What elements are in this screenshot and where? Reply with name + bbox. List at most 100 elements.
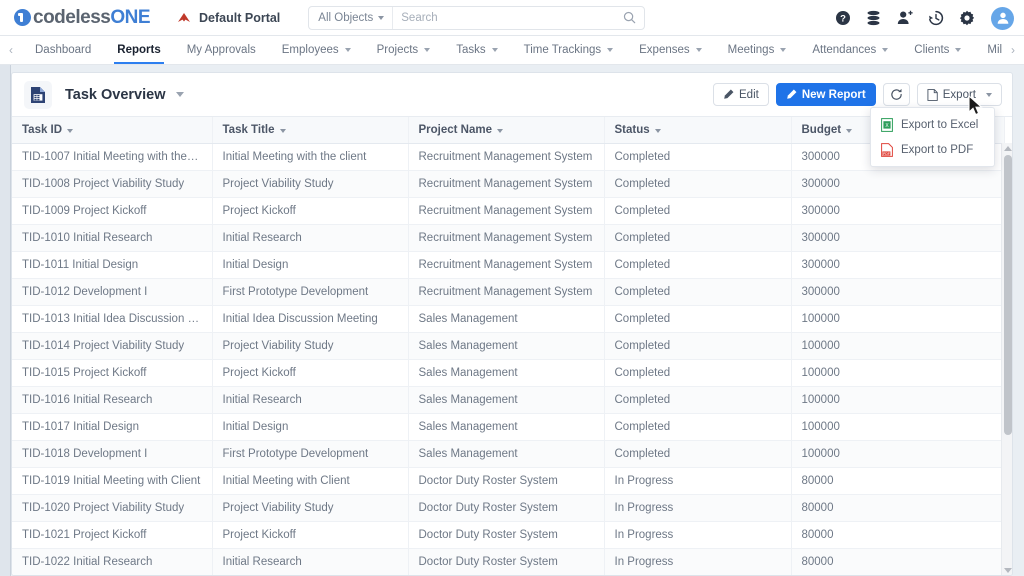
database-icon[interactable]	[865, 10, 882, 27]
table-row[interactable]: TID-1009 Project Kickoff Project Kickoff R…	[12, 197, 1005, 225]
refresh-button[interactable]	[882, 83, 910, 106]
chevron-down-icon	[986, 92, 992, 97]
scroll-up-arrow-icon[interactable]	[1004, 146, 1012, 151]
table-row[interactable]: TID-1020 Project Viability Study Project …	[12, 494, 1005, 522]
scrollbar-thumb[interactable]	[1004, 155, 1012, 435]
nav-item-attendances[interactable]: Attendances	[799, 36, 901, 64]
nav-item-time-trackings[interactable]: Time Trackings	[511, 36, 627, 64]
table-row[interactable]: TID-1017 Initial Design Initial Design Sal…	[12, 413, 1005, 441]
table-row[interactable]: TID-1007 Initial Meeting with the client…	[12, 143, 1005, 171]
export-to-pdf-item[interactable]: PDF Export to PDF	[871, 137, 994, 162]
export-button[interactable]: Export	[916, 83, 1002, 106]
new-report-button[interactable]: New Report	[775, 83, 876, 106]
history-icon[interactable]	[927, 10, 944, 27]
brand-logo[interactable]: codelessONE	[14, 7, 151, 29]
codelessone-logo-icon	[14, 9, 31, 26]
column-header-project-name[interactable]: Project Name	[408, 117, 605, 144]
table-cell: 300000	[791, 278, 1005, 306]
nav-item-employees[interactable]: Employees	[269, 36, 364, 64]
avatar[interactable]	[991, 6, 1014, 30]
table-cell: 100000	[791, 305, 1005, 333]
sort-chevron-down-icon[interactable]	[846, 128, 853, 133]
table-cell: First Prototype Development	[212, 440, 409, 468]
table-row[interactable]: TID-1021 Project Kickoff Project Kickoff D…	[12, 521, 1005, 549]
nav-item-tasks[interactable]: Tasks	[443, 36, 510, 64]
nav-item-milestones[interactable]: Milestones	[974, 36, 1002, 64]
global-search[interactable]: All Objects	[308, 5, 646, 30]
table-row[interactable]: TID-1008 Project Viability Study Project …	[12, 170, 1005, 198]
table-cell: Project Viability Study	[212, 170, 409, 198]
nav-item-label: Dashboard	[35, 44, 92, 56]
table-cell: In Progress	[604, 548, 792, 575]
settings-gear-icon[interactable]	[958, 10, 975, 27]
table-cell: Initial Meeting with Client	[212, 467, 409, 495]
table-cell: Completed	[604, 332, 792, 360]
nav-item-meetings[interactable]: Meetings	[715, 36, 800, 64]
table-row[interactable]: TID-1018 Development I First Prototype De…	[12, 440, 1005, 468]
table-cell: TID-1008 Project Viability Study	[12, 170, 213, 198]
report-chevron-down-icon[interactable]	[175, 92, 184, 97]
table-row[interactable]: TID-1022 Initial Research Initial Researc…	[12, 548, 1005, 575]
table-row[interactable]: TID-1011 Initial Design Initial Design Rec…	[12, 251, 1005, 279]
nav-item-reports[interactable]: Reports	[104, 36, 173, 64]
table-row[interactable]: TID-1013 Initial Idea Discussion Meet...…	[12, 305, 1005, 333]
table-cell: Project Kickoff	[212, 197, 409, 225]
sort-chevron-down-icon[interactable]	[654, 128, 661, 133]
column-header-status[interactable]: Status	[604, 117, 792, 144]
table-cell: Sales Management	[408, 440, 605, 468]
table-cell: Recruitment Management System	[408, 224, 605, 252]
table-cell: Completed	[604, 197, 792, 225]
nav-item-projects[interactable]: Projects	[364, 36, 444, 64]
table-cell: 100000	[791, 332, 1005, 360]
sort-chevron-down-icon[interactable]	[67, 128, 74, 133]
sort-chevron-down-icon[interactable]	[497, 128, 504, 133]
add-user-icon[interactable]	[896, 10, 913, 27]
column-header-task-title[interactable]: Task Title	[212, 117, 409, 144]
nav-scroll-left[interactable]: ‹	[0, 36, 22, 64]
table-cell: Recruitment Management System	[408, 170, 605, 198]
nav-scroll-right[interactable]: ›	[1002, 36, 1024, 64]
table-row[interactable]: TID-1015 Project Kickoff Project Kickoff S…	[12, 359, 1005, 387]
column-header-label: Budget	[801, 123, 842, 136]
nav-item-clients[interactable]: Clients	[901, 36, 974, 64]
table-cell: 100000	[791, 440, 1005, 468]
table-cell: Completed	[604, 305, 792, 333]
search-input[interactable]	[393, 11, 624, 24]
scroll-down-arrow-icon[interactable]	[1004, 568, 1012, 573]
export-to-excel-item[interactable]: X Export to Excel	[871, 112, 994, 137]
report-card: Task Overview Edit New Report Export X E…	[11, 72, 1013, 576]
search-scope-dropdown[interactable]: All Objects	[309, 6, 394, 29]
help-icon[interactable]: ?	[834, 10, 851, 27]
table-cell: TID-1017 Initial Design	[12, 413, 213, 441]
table-cell: TID-1013 Initial Idea Discussion Meet...	[12, 305, 213, 333]
column-header-label: Task ID	[22, 123, 63, 136]
table-cell: Completed	[604, 386, 792, 414]
table-cell: Project Kickoff	[212, 521, 409, 549]
table-cell: Sales Management	[408, 413, 605, 441]
table-row[interactable]: TID-1016 Initial Research Initial Researc…	[12, 386, 1005, 414]
svg-text:PDF: PDF	[883, 151, 890, 155]
table-row[interactable]: TID-1010 Initial Research Initial Researc…	[12, 224, 1005, 252]
chevron-down-icon	[491, 48, 498, 52]
table-cell: Completed	[604, 251, 792, 279]
nav-item-expenses[interactable]: Expenses	[626, 36, 715, 64]
portal-selector[interactable]: Default Portal	[176, 11, 280, 25]
chevron-down-icon	[344, 48, 351, 52]
table-row[interactable]: TID-1012 Development I First Prototype De…	[12, 278, 1005, 306]
nav-item-my-approvals[interactable]: My Approvals	[174, 36, 269, 64]
chevron-down-icon	[424, 48, 431, 52]
table-row[interactable]: TID-1014 Project Viability Study Project …	[12, 332, 1005, 360]
nav-item-dashboard[interactable]: Dashboard	[22, 36, 104, 64]
table-cell: Initial Design	[212, 251, 409, 279]
sort-chevron-down-icon[interactable]	[279, 128, 286, 133]
table-row[interactable]: TID-1019 Initial Meeting with Client Init…	[12, 467, 1005, 495]
edit-button[interactable]: Edit	[713, 83, 769, 106]
table-cell: TID-1015 Project Kickoff	[12, 359, 213, 387]
table-cell: TID-1022 Initial Research	[12, 548, 213, 575]
vertical-scrollbar[interactable]	[1001, 143, 1012, 575]
column-header-task-id[interactable]: Task ID	[12, 117, 213, 144]
nav-item-label: Meetings	[727, 44, 775, 56]
table-cell: Doctor Duty Roster System	[408, 494, 605, 522]
search-icon[interactable]	[623, 11, 636, 24]
nav-item-label: Employees	[281, 44, 339, 56]
